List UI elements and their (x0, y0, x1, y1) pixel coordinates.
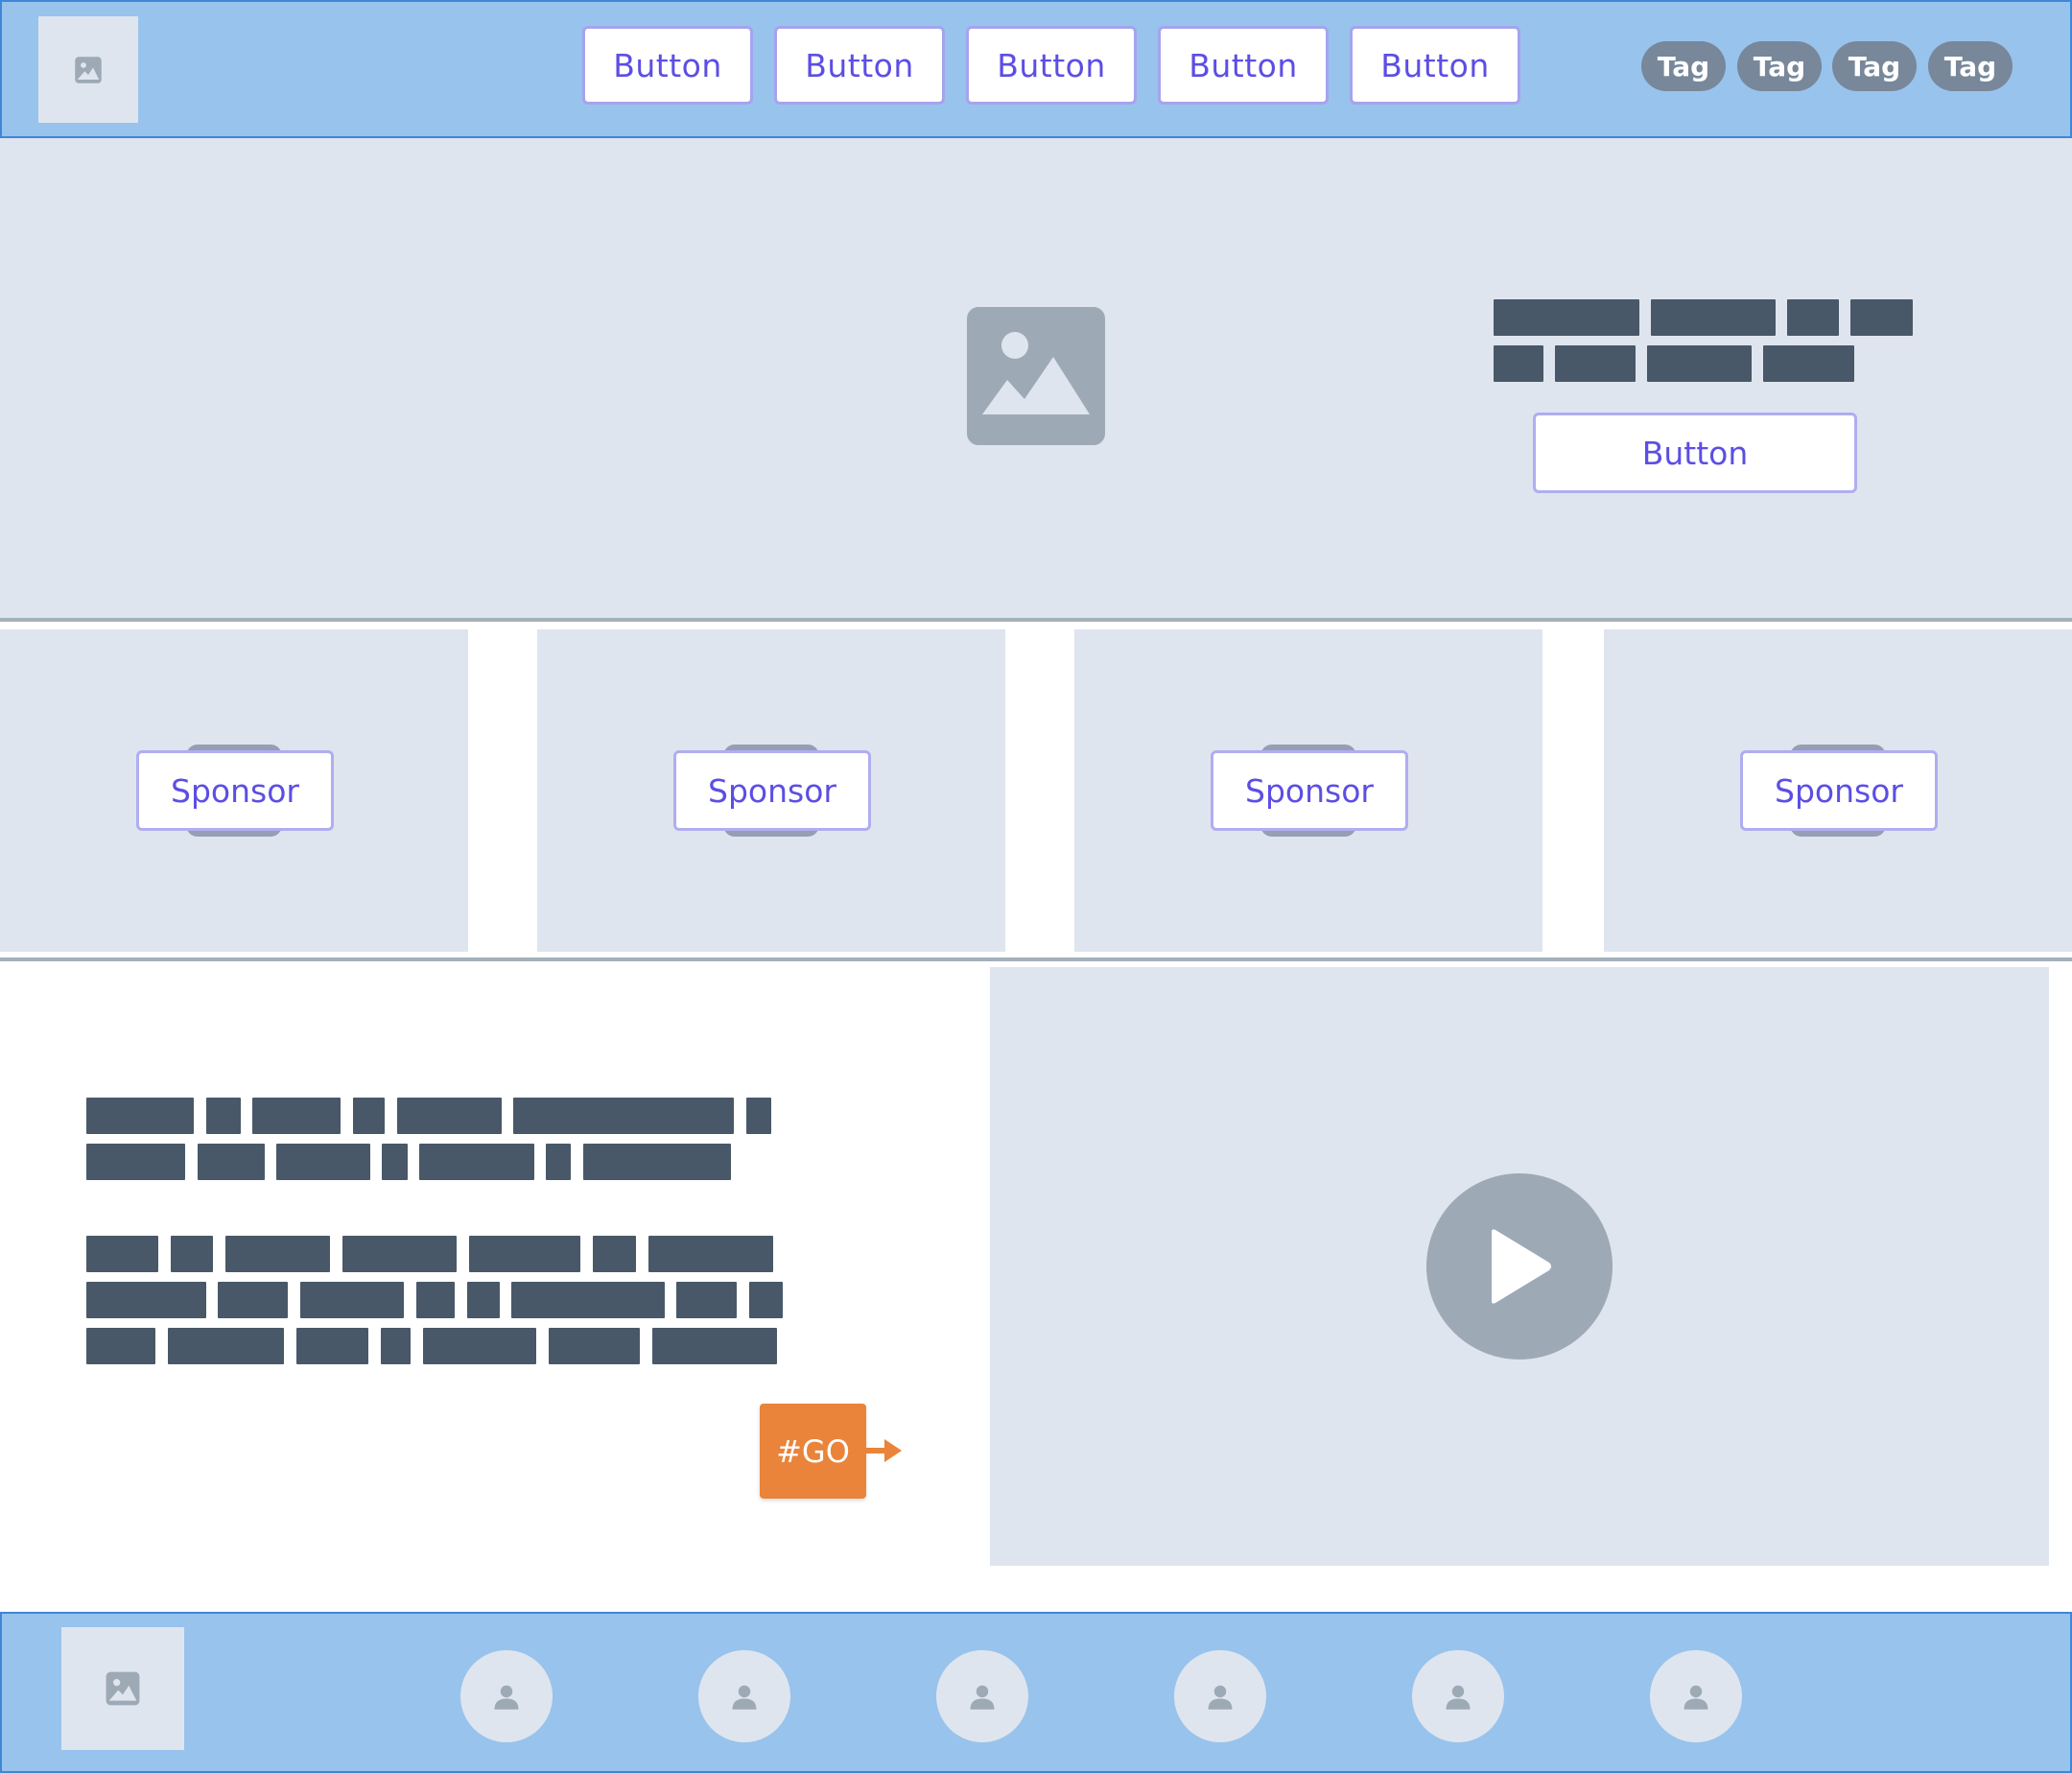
text-bar (419, 1144, 534, 1180)
avatar-6[interactable] (1650, 1650, 1742, 1742)
text-bar (1647, 345, 1752, 382)
play-button[interactable] (1426, 1173, 1613, 1359)
text-bar (469, 1236, 580, 1272)
text-bar (749, 1282, 783, 1318)
text-bar (86, 1236, 158, 1272)
text-bar (296, 1328, 368, 1364)
user-icon (494, 1685, 519, 1710)
text-bar (467, 1282, 500, 1318)
user-icon (1208, 1685, 1233, 1710)
text-bar (1850, 299, 1913, 336)
text-bar (171, 1236, 213, 1272)
text-bar (342, 1236, 457, 1272)
text-bar (381, 1328, 411, 1364)
text-bar (86, 1328, 155, 1364)
text-bar (397, 1098, 502, 1134)
text-bar (1763, 345, 1854, 382)
text-bar (86, 1282, 206, 1318)
text-bar (511, 1282, 665, 1318)
avatar-4[interactable] (1174, 1650, 1266, 1742)
tag-chip-4[interactable]: Tag (1928, 41, 2013, 91)
user-icon (970, 1685, 995, 1710)
text-bar (276, 1144, 370, 1180)
avatar-3[interactable] (936, 1650, 1028, 1742)
section-divider (0, 957, 2072, 961)
text-bar (652, 1328, 777, 1364)
hero-cta-button[interactable]: Button (1533, 413, 1857, 493)
play-icon (1492, 1229, 1551, 1304)
text-bar (1555, 345, 1636, 382)
avatar-1[interactable] (460, 1650, 553, 1742)
text-bar (1787, 299, 1839, 336)
text-bar (423, 1328, 536, 1364)
section-divider (0, 618, 2072, 622)
nav-button-1[interactable]: Button (582, 26, 753, 105)
nav-button-5[interactable]: Button (1350, 26, 1520, 105)
header-logo[interactable] (38, 16, 138, 123)
text-bar (583, 1144, 731, 1180)
text-bar (746, 1098, 771, 1134)
nav-button-3[interactable]: Button (966, 26, 1137, 105)
text-bar (549, 1328, 640, 1364)
text-bar (1651, 299, 1776, 336)
text-bar (252, 1098, 341, 1134)
hero-image-icon (967, 307, 1105, 445)
text-bar (168, 1328, 284, 1364)
text-bar (218, 1282, 288, 1318)
text-bar (676, 1282, 737, 1318)
text-bar (416, 1282, 455, 1318)
text-bar (382, 1144, 408, 1180)
text-bar (86, 1098, 194, 1134)
text-bar (546, 1144, 571, 1180)
avatar-2[interactable] (698, 1650, 790, 1742)
sponsor-button-1[interactable]: Sponsor (136, 750, 334, 831)
text-bar (513, 1098, 734, 1134)
go-badge[interactable]: #GO (760, 1404, 866, 1499)
tag-chip-1[interactable]: Tag (1641, 41, 1726, 91)
image-icon (75, 56, 102, 83)
nav-button-4[interactable]: Button (1158, 26, 1329, 105)
tag-chip-3[interactable]: Tag (1832, 41, 1917, 91)
text-bar (225, 1236, 330, 1272)
text-bar (300, 1282, 404, 1318)
text-bar (648, 1236, 773, 1272)
text-bar (86, 1144, 185, 1180)
avatar-5[interactable] (1412, 1650, 1504, 1742)
sponsor-button-4[interactable]: Sponsor (1740, 750, 1938, 831)
user-icon (1684, 1685, 1708, 1710)
nav-button-2[interactable]: Button (774, 26, 945, 105)
text-bar (206, 1098, 241, 1134)
text-bar (353, 1098, 385, 1134)
user-icon (732, 1685, 757, 1710)
footer-bar (0, 1612, 2072, 1773)
image-icon (106, 1671, 140, 1706)
tag-chip-2[interactable]: Tag (1737, 41, 1822, 91)
user-icon (1446, 1685, 1471, 1710)
footer-logo[interactable] (61, 1627, 184, 1750)
text-bar (593, 1236, 636, 1272)
text-bar (198, 1144, 265, 1180)
text-bar (1494, 345, 1543, 382)
sponsor-button-3[interactable]: Sponsor (1211, 750, 1408, 831)
text-bar (1494, 299, 1639, 336)
arrow-right-icon (865, 1439, 902, 1462)
sponsor-button-2[interactable]: Sponsor (673, 750, 871, 831)
